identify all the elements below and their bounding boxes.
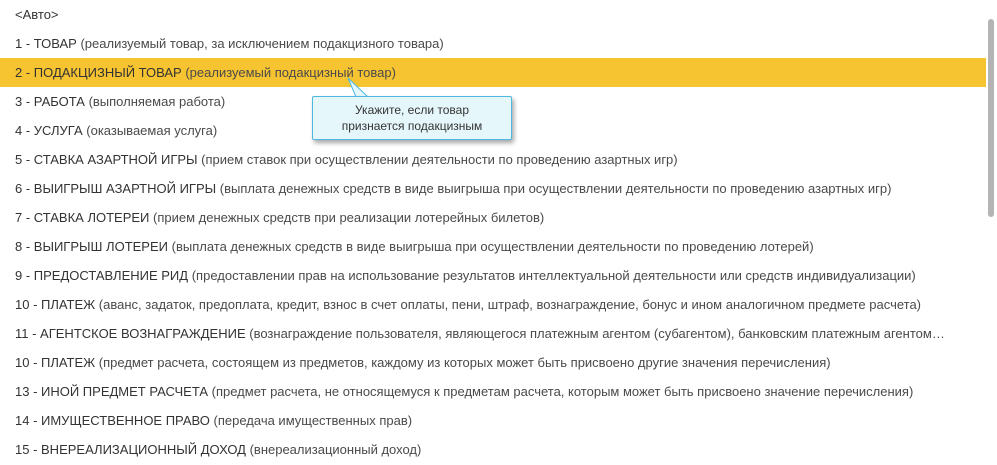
- list-item-description: (передача имущественных прав): [213, 413, 413, 428]
- list-item-title: 14 - ИМУЩЕСТВЕННОЕ ПРАВО: [15, 413, 210, 428]
- list-item-title: 13 - ИНОЙ ПРЕДМЕТ РАСЧЕТА: [15, 384, 209, 399]
- list-item-title: 5 - СТАВКА АЗАРТНОЙ ИГРЫ: [15, 152, 198, 167]
- list-item-description: (выполняемая работа): [88, 94, 226, 109]
- list-item[interactable]: 5 - СТАВКА АЗАРТНОЙ ИГРЫ (прием ставок п…: [0, 145, 986, 174]
- list-item-description: (предоставлении прав на использование ре…: [191, 268, 916, 283]
- scrollbar-thumb[interactable]: [988, 19, 994, 217]
- list-item-title: 9 - ПРЕДОСТАВЛЕНИЕ РИД: [15, 268, 189, 283]
- list-item[interactable]: 15 - ВНЕРЕАЛИЗАЦИОННЫЙ ДОХОД (внереализа…: [0, 435, 986, 464]
- tooltip-line-1: Укажите, если товар: [354, 103, 470, 117]
- list-item-title: 6 - ВЫИГРЫШ АЗАРТНОЙ ИГРЫ: [15, 181, 217, 196]
- list-item-description: (выплата денежных средств в виде выигрыш…: [171, 239, 814, 254]
- list-item-description: (аванс, задаток, предоплата, кредит, взн…: [98, 297, 922, 312]
- list-item-title: 11 - АГЕНТСКОЕ ВОЗНАГРАЖДЕНИЕ: [15, 326, 246, 341]
- list-item-title: 10 - ПЛАТЕЖ: [15, 355, 96, 370]
- list-item[interactable]: 9 - ПРЕДОСТАВЛЕНИЕ РИД (предоставлении п…: [0, 261, 986, 290]
- list-item[interactable]: 6 - ВЫИГРЫШ АЗАРТНОЙ ИГРЫ (выплата денеж…: [0, 174, 986, 203]
- list-item-title: 2 - ПОДАКЦИЗНЫЙ ТОВАР: [15, 65, 182, 80]
- list-item-title: 15 - ВНЕРЕАЛИЗАЦИОННЫЙ ДОХОД: [15, 442, 246, 457]
- list-item-title: 4 - УСЛУГА: [15, 123, 83, 138]
- list-item-description: (прием ставок при осуществлении деятельн…: [201, 152, 678, 167]
- list-item-description: (предмет расчета, состоящем из предметов…: [98, 355, 831, 370]
- list-item[interactable]: 13 - ИНОЙ ПРЕДМЕТ РАСЧЕТА (предмет расче…: [0, 377, 986, 406]
- list-item-title: 10 - ПЛАТЕЖ: [15, 297, 96, 312]
- item-type-list: <Авто> 1 - ТОВАР (реализуемый товар, за и…: [0, 0, 986, 465]
- list-item-description: (оказываемая услуга): [86, 123, 218, 138]
- list-item[interactable]: 10 - ПЛАТЕЖ (предмет расчета, состоящем …: [0, 348, 986, 377]
- list-item[interactable]: 10 - ПЛАТЕЖ (аванс, задаток, предоплата,…: [0, 290, 986, 319]
- tooltip-pointer-icon: [347, 77, 370, 98]
- list-item-description: (реализуемый товар, за исключением подак…: [80, 36, 444, 51]
- list-item[interactable]: 7 - СТАВКА ЛОТЕРЕИ (прием денежных средс…: [0, 203, 986, 232]
- list-item-title: 7 - СТАВКА ЛОТЕРЕИ: [15, 210, 150, 225]
- list-item[interactable]: <Авто>: [0, 0, 986, 29]
- list-item[interactable]: 14 - ИМУЩЕСТВЕННОЕ ПРАВО (передача имуще…: [0, 406, 986, 435]
- list-item-description: (выплата денежных средств в виде выигрыш…: [219, 181, 892, 196]
- list-item-title: 1 - ТОВАР: [15, 36, 77, 51]
- list-item-description: (внереализационный доход): [249, 442, 422, 457]
- tooltip-line-2: признается подакцизным: [341, 119, 483, 133]
- list-item[interactable]: 8 - ВЫИГРЫШ ЛОТЕРЕИ (выплата денежных ср…: [0, 232, 986, 261]
- list-item-title: <Авто>: [15, 7, 59, 22]
- list-item[interactable]: 11 - АГЕНТСКОЕ ВОЗНАГРАЖДЕНИЕ (вознаграж…: [0, 319, 986, 348]
- list-item-description: (предмет расчета, не относящемуся к пред…: [211, 384, 914, 399]
- list-item-title: 8 - ВЫИГРЫШ ЛОТЕРЕИ: [15, 239, 168, 254]
- vertical-scrollbar[interactable]: [986, 0, 997, 465]
- list-item-description: (вознаграждение пользователя, являющегос…: [249, 326, 945, 341]
- hint-tooltip: Укажите, если товар признается подакцизн…: [312, 96, 512, 140]
- list-item-description: (прием денежных средств при реализации л…: [153, 210, 545, 225]
- list-item-title: 3 - РАБОТА: [15, 94, 85, 109]
- list-item[interactable]: 2 - ПОДАКЦИЗНЫЙ ТОВАР (реализуемый подак…: [0, 58, 986, 87]
- list-item[interactable]: 1 - ТОВАР (реализуемый товар, за исключе…: [0, 29, 986, 58]
